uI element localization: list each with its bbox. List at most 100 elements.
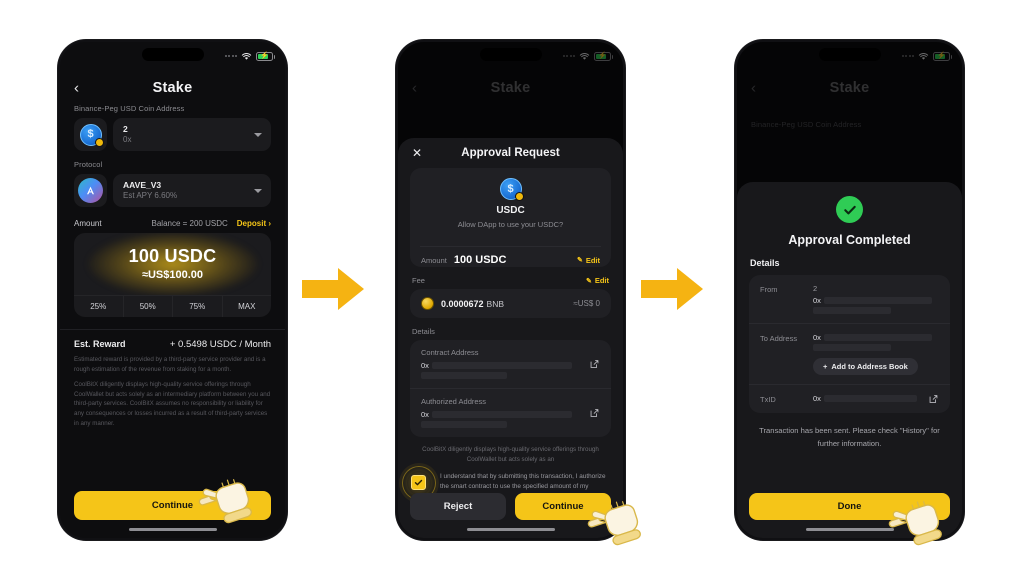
external-link-icon[interactable] (589, 408, 600, 419)
amount-value: 100 USDC (453, 254, 507, 266)
address-dropdown[interactable]: 2 0x (113, 118, 271, 151)
protocol-dropdown[interactable]: AAVE_V3 Est APY 6.60% (113, 174, 271, 207)
protocol-selector-row: AAVE_V3 Est APY 6.60% (60, 174, 285, 207)
screenshot-canvas: ⚡ ‹ Stake Binance-Peg USD Coin Address $… (0, 0, 1024, 576)
approval-amount-row: Amount 100 USDC ✎ Edit (410, 247, 611, 267)
account-address: 0x (123, 134, 132, 144)
redacted-bar (421, 421, 507, 428)
account-name: 2 (123, 123, 128, 134)
redacted-bar (813, 307, 892, 314)
to-address-label: To Address (760, 334, 798, 343)
add-to-address-book-label: Add to Address Book (831, 362, 908, 371)
amount-value: 100 USDC (128, 246, 217, 267)
contract-address-label: Contract Address (421, 348, 479, 357)
bnb-chain-badge-icon (514, 192, 524, 201)
acknowledge-checkbox[interactable] (411, 474, 426, 490)
stake-form: Binance-Peg USD Coin Address $ 2 0x Prot… (60, 104, 285, 538)
signal-dots-icon (224, 55, 237, 57)
details-label: Details (750, 258, 780, 268)
fee-card: 0.0000672 BNB ≈US$ 0 (410, 289, 611, 318)
edit-fee-button[interactable]: ✎ Edit (586, 276, 609, 285)
status-bar: ⚡ (224, 50, 275, 62)
sheet-header: ✕ Approval Request (398, 138, 623, 168)
fee-header: Fee ✎ Edit (398, 267, 623, 289)
token-prompt: Allow DApp to use your USDC? (457, 220, 564, 229)
percent-max-button[interactable]: MAX (223, 296, 272, 317)
home-indicator (128, 527, 217, 531)
bnb-token-icon (421, 297, 434, 310)
notch (141, 48, 204, 61)
usdc-symbol: $ (507, 182, 514, 195)
percent-75-button[interactable]: 75% (173, 296, 223, 317)
phone-screen-approval-request: ⚡ ‹ Stake ✕ Approval Request $ USDC Allo… (396, 40, 625, 540)
redacted-bar (824, 334, 933, 341)
transaction-sent-note: Transaction has been sent. Please check … (759, 426, 940, 448)
reward-note: Estimated reward is provided by a third-… (74, 356, 266, 373)
check-circle-icon (836, 196, 863, 223)
edit-amount-button[interactable]: ✎ Edit (577, 256, 600, 265)
reject-button[interactable]: Reject (410, 493, 506, 520)
amount-card: 100 USDC ≈US$100.00 25% 50% 75% MAX (74, 233, 271, 317)
chevron-down-icon (254, 188, 262, 193)
sheet-actions: Reject Continue (410, 493, 611, 520)
details-card: Contract Address 0x Authorized Address 0… (410, 340, 611, 437)
external-link-icon[interactable] (589, 359, 600, 370)
close-icon[interactable]: ✕ (412, 147, 422, 159)
to-address-row: To Address 0x + Add to Address Book (749, 323, 950, 384)
check-icon (414, 479, 423, 486)
external-link-icon[interactable] (928, 394, 939, 405)
authorized-address-block: Authorized Address 0x (410, 388, 611, 437)
reward-header: Est. Reward + 0.5498 USDC / Month (60, 330, 285, 350)
plus-icon: + (823, 362, 828, 371)
from-row: From 2 0x (749, 275, 950, 323)
bnb-chain-badge-icon (94, 137, 104, 147)
percent-buttons: 25% 50% 75% MAX (74, 295, 271, 317)
sheet-disclaimer: CoolBitX diligently displays high-qualit… (422, 446, 599, 463)
pencil-icon: ✎ (576, 257, 583, 264)
from-label: From (760, 285, 778, 294)
amount-label: Amount (421, 255, 447, 265)
home-indicator (805, 527, 894, 531)
pencil-icon: ✎ (585, 277, 592, 285)
usdc-symbol: $ (87, 128, 94, 140)
fee-unit: BNB (486, 298, 505, 309)
disclaimer-note: CoolBitX diligently displays high-qualit… (74, 381, 271, 427)
home-indicator (466, 527, 555, 531)
aave-protocol-icon (74, 174, 107, 207)
deposit-link[interactable]: Deposit › (237, 219, 271, 228)
back-button[interactable]: ‹ (74, 81, 79, 96)
edit-label: Edit (585, 255, 600, 265)
reward-value: + 0.5498 USDC / Month (169, 339, 271, 350)
details-label: Details (412, 327, 435, 336)
fee-usd: ≈US$ 0 (573, 299, 600, 308)
amount-label: Amount (74, 219, 102, 228)
token-card: $ USDC Allow DApp to use your USDC? Amou… (410, 168, 611, 267)
percent-50-button[interactable]: 50% (124, 296, 173, 317)
authorized-address-label: Authorized Address (421, 397, 487, 406)
reward-label: Est. Reward (74, 339, 126, 349)
done-button[interactable]: Done (749, 493, 950, 520)
redacted-bar (432, 411, 572, 418)
arrow-right-icon (302, 268, 364, 310)
chevron-down-icon (254, 132, 262, 137)
sheet-title: Approval Request (461, 147, 560, 159)
page-title: Stake (152, 80, 193, 96)
continue-button[interactable]: Continue (515, 493, 611, 520)
redacted-bar (432, 362, 572, 369)
amount-header: Amount Balance = 200 USDC Deposit › (60, 219, 285, 228)
redacted-bar (824, 395, 918, 402)
address-section-label: Binance-Peg USD Coin Address (74, 104, 185, 113)
redacted-bar (421, 372, 507, 379)
percent-25-button[interactable]: 25% (74, 296, 124, 317)
amount-display[interactable]: 100 USDC ≈US$100.00 (74, 233, 271, 295)
balance-text: Balance = 200 USDC (151, 219, 228, 228)
continue-button[interactable]: Continue (74, 491, 271, 520)
amount-usd: ≈US$100.00 (141, 268, 204, 281)
add-to-address-book-button[interactable]: + Add to Address Book (813, 358, 918, 375)
phone-screen-stake: ⚡ ‹ Stake Binance-Peg USD Coin Address $… (58, 40, 287, 540)
txid-row: TxID 0x (749, 384, 950, 413)
contract-address-block: Contract Address 0x (410, 340, 611, 388)
redacted-bar (824, 297, 933, 304)
phone-screen-approval-completed: ⚡ ‹ Stake Binance-Peg USD Coin Address A… (735, 40, 964, 540)
token-name: USDC (496, 205, 525, 216)
